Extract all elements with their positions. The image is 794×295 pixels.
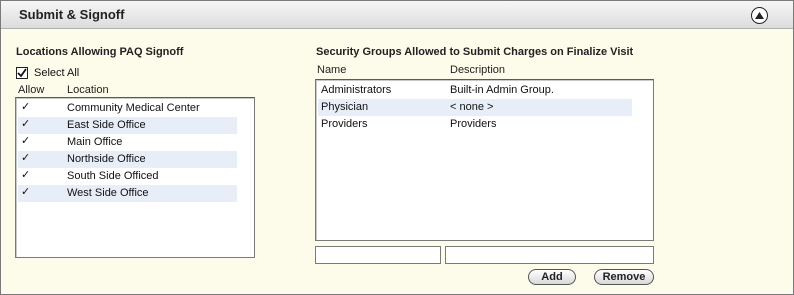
select-all-checkbox[interactable] — [16, 67, 28, 79]
locations-listbox[interactable]: ✓ Community Medical Center ✓ East Side O… — [15, 97, 255, 258]
allow-column-header: Allow — [18, 84, 45, 96]
security-group-name: Providers — [321, 118, 368, 130]
security-group-row[interactable]: Providers Providers — [318, 116, 632, 133]
location-row[interactable]: ✓ Main Office — [18, 134, 237, 151]
location-name: Community Medical Center — [67, 102, 200, 114]
group-name-input[interactable] — [315, 246, 441, 264]
description-column-header: Description — [450, 64, 506, 76]
location-row[interactable]: ✓ Community Medical Center — [18, 100, 237, 117]
panel-title: Submit & Signoff — [19, 7, 125, 22]
add-button[interactable]: Add — [528, 269, 576, 285]
location-name: Northside Office — [67, 153, 146, 165]
allow-check[interactable]: ✓ — [21, 151, 30, 164]
remove-button[interactable]: Remove — [594, 269, 654, 285]
security-group-description: < none > — [450, 101, 494, 113]
allow-check[interactable]: ✓ — [21, 100, 30, 113]
allow-check[interactable]: ✓ — [21, 185, 30, 198]
chevron-up-icon — [755, 12, 764, 19]
locations-section-title: Locations Allowing PAQ Signoff — [16, 46, 184, 58]
group-description-input[interactable] — [445, 246, 654, 264]
security-groups-section-title: Security Groups Allowed to Submit Charge… — [316, 46, 634, 58]
location-row[interactable]: ✓ West Side Office — [18, 185, 237, 202]
collapse-button[interactable] — [751, 7, 768, 24]
check-icon — [17, 68, 27, 78]
security-group-name: Physician — [321, 101, 369, 113]
security-group-description: Built-in Admin Group. — [450, 84, 554, 96]
location-row[interactable]: ✓ East Side Office — [18, 117, 237, 134]
submit-signoff-panel: Submit & Signoff Locations Allowing PAQ … — [0, 0, 794, 295]
panel-header: Submit & Signoff — [1, 1, 793, 29]
select-all-label: Select All — [34, 67, 80, 79]
location-row[interactable]: ✓ Northside Office — [18, 151, 237, 168]
name-column-header: Name — [317, 64, 347, 76]
location-name: Main Office — [67, 136, 123, 148]
security-groups-listbox[interactable]: Administrators Built-in Admin Group. Phy… — [315, 79, 654, 241]
location-name: East Side Office — [67, 119, 146, 131]
security-group-description: Providers — [450, 118, 497, 130]
allow-check[interactable]: ✓ — [21, 168, 30, 181]
location-column-header: Location — [67, 84, 109, 96]
location-name: West Side Office — [67, 187, 149, 199]
location-row[interactable]: ✓ South Side Officed — [18, 168, 237, 185]
security-group-row[interactable]: Physician < none > — [318, 99, 632, 116]
security-group-row[interactable]: Administrators Built-in Admin Group. — [318, 82, 632, 99]
allow-check[interactable]: ✓ — [21, 117, 30, 130]
security-group-name: Administrators — [321, 84, 392, 96]
location-name: South Side Officed — [67, 170, 159, 182]
allow-check[interactable]: ✓ — [21, 134, 30, 147]
